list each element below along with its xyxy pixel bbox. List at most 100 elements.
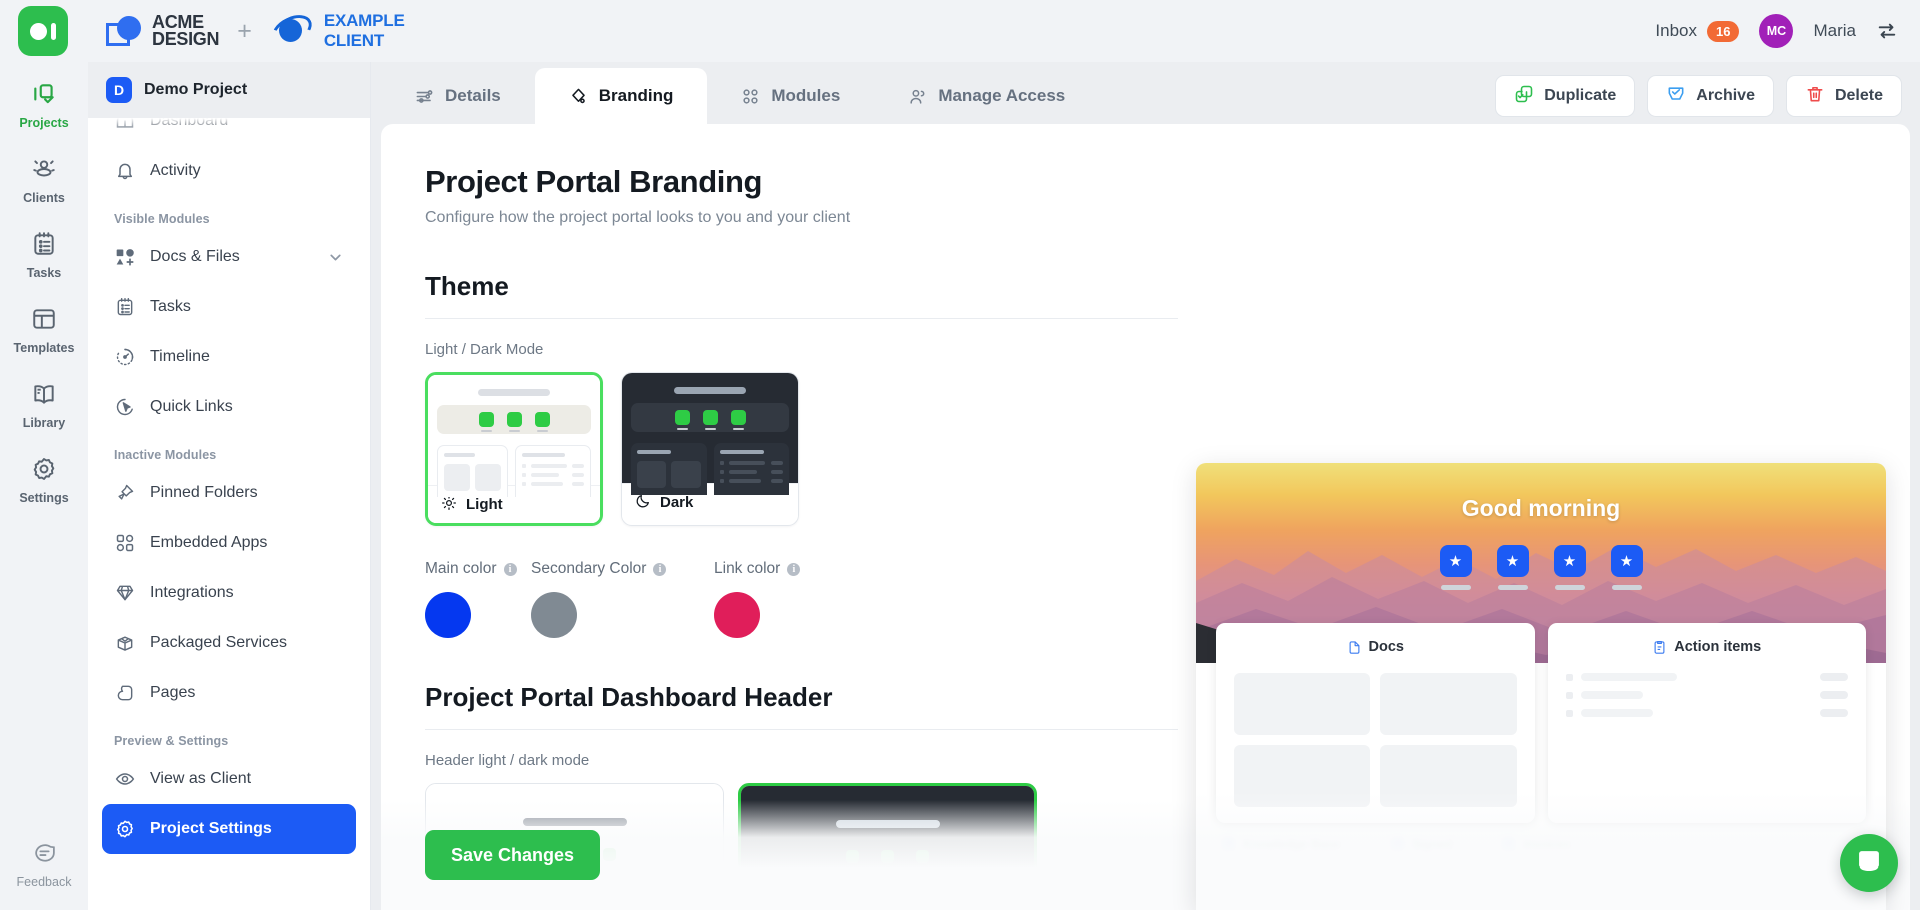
sidebar-item-quick-links[interactable]: Quick Links [102, 382, 356, 432]
example-client-logo-icon [270, 14, 316, 48]
delete-button[interactable]: Delete [1786, 75, 1902, 117]
info-icon[interactable]: i [787, 563, 800, 576]
theme-card-light[interactable]: Light [425, 372, 603, 526]
theme-card-dark-preview [622, 373, 798, 483]
tab-details[interactable]: Details [381, 68, 535, 124]
rail-item-feedback[interactable]: Feedback [7, 832, 81, 896]
left-rail: Projects Clients [0, 62, 88, 910]
chat-launcher-button[interactable] [1840, 834, 1898, 892]
theme-card-light-preview [428, 375, 600, 485]
sidebar-item-tasks[interactable]: Tasks [102, 282, 356, 332]
preview-card-action-items[interactable]: Action items [1548, 623, 1867, 823]
sidebar-item-timeline[interactable]: Timeline [102, 332, 356, 382]
main-color-swatch[interactable] [425, 592, 471, 638]
rail-label-feedback: Feedback [17, 875, 72, 889]
sidebar-group-visible-modules: Visible Modules [102, 196, 356, 232]
preview-tile[interactable]: ★ [1440, 545, 1472, 590]
projects-icon [31, 81, 57, 112]
sliders-icon [415, 87, 434, 106]
preview-footer-item: Invoices [1502, 837, 1571, 852]
rail-item-settings[interactable]: Settings [7, 447, 81, 512]
archive-button[interactable]: Archive [1647, 75, 1774, 117]
preview-title-bar [478, 389, 550, 396]
archive-icon [1666, 84, 1686, 109]
rail-item-projects[interactable]: Projects [7, 72, 81, 137]
info-icon[interactable]: i [504, 563, 517, 576]
sidebar-item-pinned-folders[interactable]: Pinned Folders [102, 468, 356, 518]
rail-item-templates[interactable]: Templates [7, 297, 81, 362]
tab-label-details: Details [445, 86, 501, 106]
info-icon[interactable]: i [653, 563, 666, 576]
library-icon [31, 381, 57, 412]
chat-icon [1855, 847, 1883, 880]
preview-panel-left [437, 445, 508, 497]
sidebar-item-dashboard[interactable]: Dashboard [102, 118, 356, 146]
embedded-apps-icon [114, 533, 136, 553]
preview-tile[interactable]: ★ [1497, 545, 1529, 590]
preview-pill [507, 412, 522, 427]
rail-item-clients[interactable]: Clients [7, 147, 81, 212]
app-logo-dot [30, 23, 47, 40]
sidebar-item-activity[interactable]: Activity [102, 146, 356, 196]
tab-branding[interactable]: Branding [535, 68, 708, 124]
brand-plus: + [237, 17, 252, 46]
preview-card-docs[interactable]: Docs [1216, 623, 1535, 823]
sidebar-item-docs-files[interactable]: Docs & Files [102, 232, 356, 282]
app-logo-bang [51, 23, 56, 40]
tab-label-branding: Branding [599, 86, 674, 106]
rail-label-settings: Settings [19, 491, 68, 505]
branding-icon [569, 87, 588, 106]
duplicate-button[interactable]: Duplicate [1495, 75, 1635, 117]
sidebar-label-view-as-client: View as Client [150, 770, 251, 788]
avatar[interactable]: MC [1759, 14, 1793, 48]
client-brand[interactable]: EXAMPLE CLIENT [270, 11, 405, 51]
list-item [1566, 691, 1849, 699]
sidebar-item-view-as-client[interactable]: View as Client [102, 754, 356, 804]
rail-item-library[interactable]: Library [7, 372, 81, 437]
rail-label-templates: Templates [14, 341, 75, 355]
inbox-label: Inbox [1655, 21, 1697, 41]
tab-manage-access[interactable]: Manage Access [874, 68, 1099, 124]
project-nav-list[interactable]: Dashboard Activity Visible Modules [88, 118, 370, 910]
rail-label-projects: Projects [19, 116, 68, 130]
sidebar-item-project-settings[interactable]: Project Settings [102, 804, 356, 854]
sidebar-item-pages[interactable]: Pages [102, 668, 356, 718]
client-brand-line1: EXAMPLE [324, 11, 405, 31]
pages-icon [114, 683, 136, 703]
project-name: Demo Project [144, 81, 247, 99]
inbox-button[interactable]: Inbox 16 [1655, 21, 1739, 42]
portal-preview-panel: Good morning ★ ★ ★ ★ [1196, 463, 1886, 910]
sun-icon [441, 495, 457, 515]
quick-links-icon [114, 397, 136, 417]
list-item [1566, 673, 1849, 681]
rail-item-tasks[interactable]: Tasks [7, 222, 81, 287]
sidebar-item-integrations[interactable]: Integrations [102, 568, 356, 618]
preview-footer-item: Signed [1391, 837, 1452, 852]
preview-tile[interactable]: ★ [1611, 545, 1643, 590]
tab-modules[interactable]: Modules [707, 68, 874, 124]
top-bar-right: Inbox 16 MC Maria [1655, 14, 1898, 48]
preview-card-docs-title: Docs [1369, 639, 1404, 655]
eye-icon [114, 769, 136, 789]
dashboard-icon [114, 118, 136, 131]
sidebar-item-packaged-services[interactable]: Packaged Services [102, 618, 356, 668]
preview-footer-label: Signed [1412, 837, 1452, 852]
preview-tile[interactable]: ★ [1554, 545, 1586, 590]
theme-card-dark[interactable]: Dark [621, 372, 799, 526]
app-logo[interactable] [18, 6, 68, 56]
project-header[interactable]: D Demo Project [88, 62, 370, 118]
agency-brand[interactable]: ACME DESIGN [104, 14, 219, 48]
sidebar-label-quick-links: Quick Links [150, 398, 233, 416]
save-changes-button[interactable]: Save Changes [425, 830, 600, 880]
header-card-dark[interactable] [738, 783, 1037, 910]
sidebar-label-embedded-apps: Embedded Apps [150, 534, 267, 552]
switch-account-icon[interactable] [1876, 20, 1898, 42]
chevron-down-icon[interactable] [327, 249, 344, 266]
page-title: Project Portal Branding [425, 164, 1866, 200]
secondary-color-swatch[interactable] [531, 592, 577, 638]
preview-pill [731, 410, 746, 425]
sidebar-item-embedded-apps[interactable]: Embedded Apps [102, 518, 356, 568]
color-field-link: Link color i [714, 560, 820, 638]
sidebar-label-dashboard: Dashboard [150, 118, 228, 130]
link-color-swatch[interactable] [714, 592, 760, 638]
